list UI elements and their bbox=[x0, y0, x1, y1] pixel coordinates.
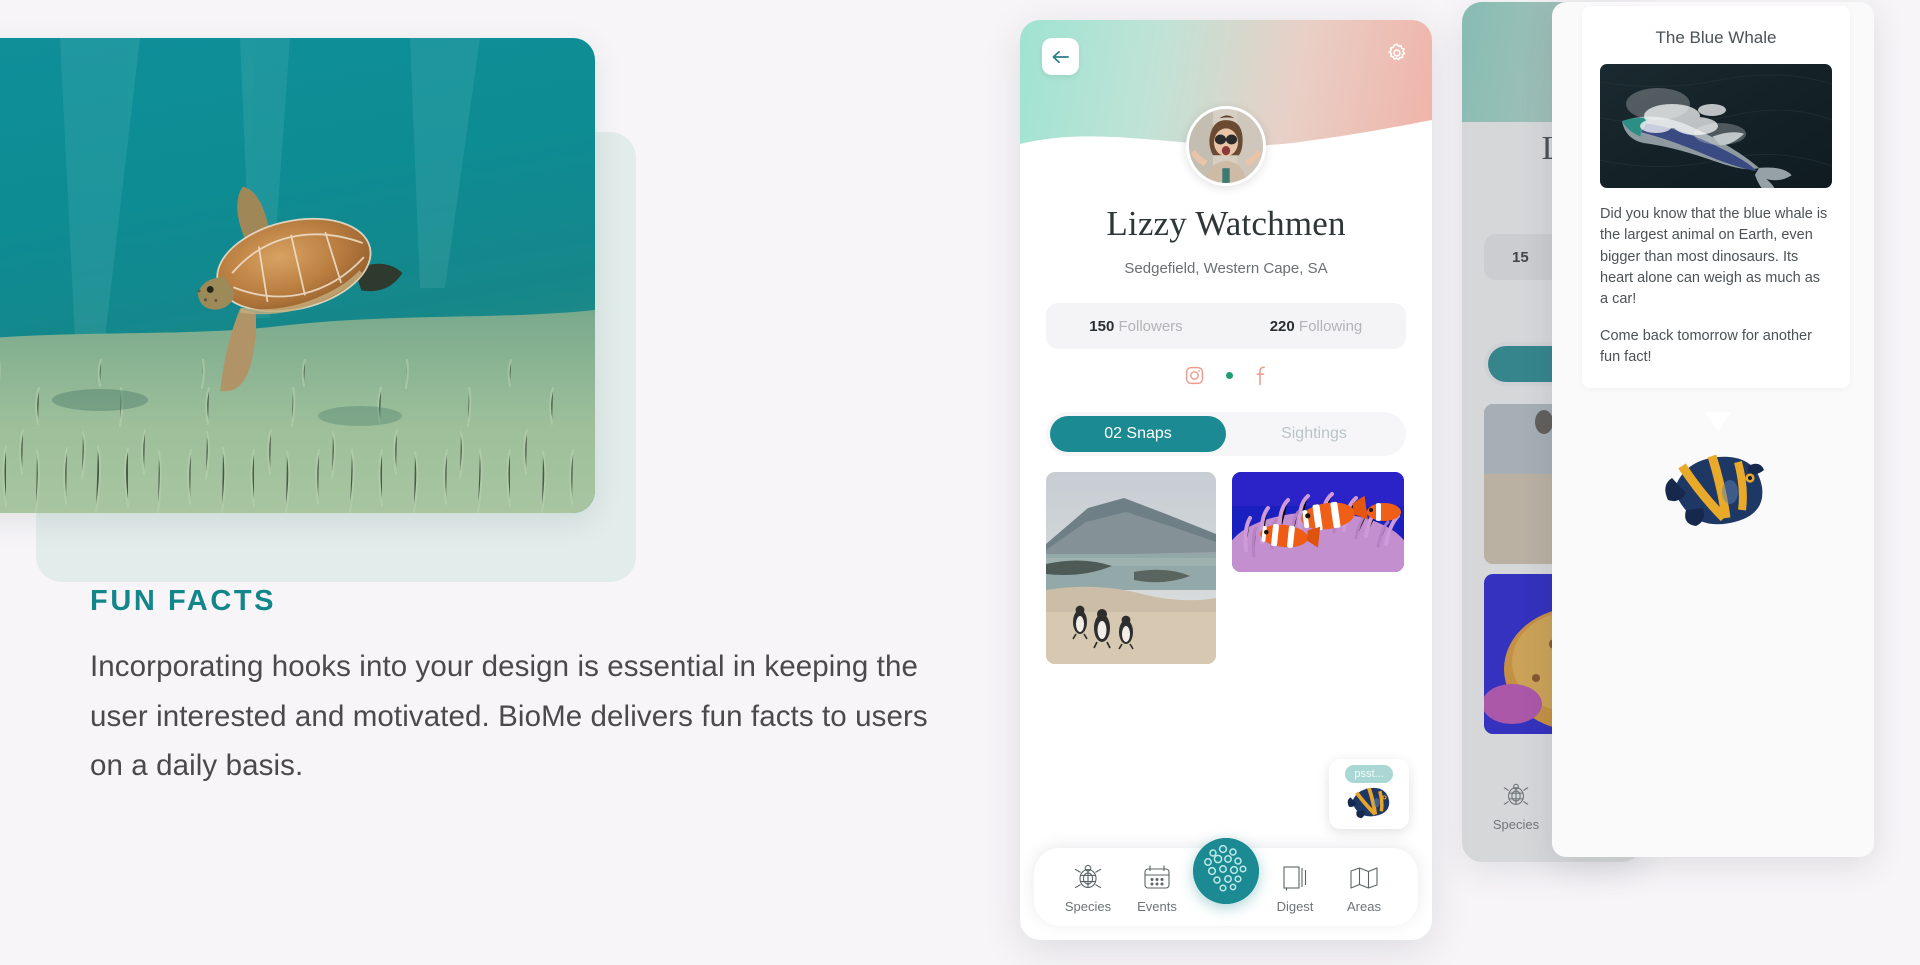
section-body: Incorporating hooks into your design is … bbox=[90, 650, 928, 783]
snaps-gallery bbox=[1046, 472, 1406, 672]
profile-stats-bar: 150 Followers 220 Following bbox=[1046, 303, 1406, 349]
profile-tabs: 02 Snaps Sightings bbox=[1046, 412, 1406, 456]
profile-phone-screen: Lizzy Watchmen Sedgefield, Western Cape,… bbox=[1020, 20, 1432, 940]
hero-illustration bbox=[0, 38, 700, 582]
fun-fact-bubble: The Blue Whale Did you know that the blu… bbox=[1582, 6, 1850, 389]
fun-fact-overlay-card: The Blue Whale Did you know that the blu… bbox=[1552, 2, 1874, 857]
profile-avatar[interactable] bbox=[1186, 106, 1266, 186]
turtle-icon bbox=[1072, 861, 1104, 895]
social-links-row bbox=[1020, 365, 1432, 386]
followers-label: Followers bbox=[1118, 317, 1183, 335]
nav-label-digest: Digest bbox=[1276, 899, 1314, 914]
map-icon bbox=[1349, 861, 1379, 895]
dots-pattern-icon bbox=[1193, 838, 1259, 904]
screenshot-root: FUN FACTS Incorporating hooks into your … bbox=[0, 0, 1920, 965]
instagram-icon[interactable] bbox=[1184, 365, 1205, 386]
fun-fact-title: The Blue Whale bbox=[1655, 28, 1777, 47]
book-icon bbox=[1281, 861, 1309, 895]
settings-button[interactable] bbox=[1384, 40, 1410, 66]
gallery-photo-penguins[interactable] bbox=[1046, 472, 1216, 664]
section-kicker: FUN FACTS bbox=[90, 585, 277, 617]
nav-label-species: Species bbox=[1064, 899, 1112, 914]
gallery-photo-clownfish[interactable] bbox=[1232, 472, 1404, 572]
gear-icon bbox=[1388, 43, 1406, 61]
tab-snaps[interactable]: 02 Snaps bbox=[1050, 416, 1226, 452]
nav-item-events[interactable]: Events bbox=[1125, 861, 1189, 914]
facebook-icon[interactable] bbox=[1254, 365, 1269, 386]
nav-item-species[interactable]: Species bbox=[1056, 861, 1120, 914]
followers-count: 150 bbox=[1089, 317, 1115, 335]
bubble-tail-shape bbox=[1705, 412, 1731, 431]
profile-location: Sedgefield, Western Cape, SA bbox=[1124, 260, 1328, 277]
nav-label-areas: Areas bbox=[1347, 899, 1381, 914]
following-stat[interactable]: 220 Following bbox=[1226, 318, 1406, 335]
back-arrow-icon bbox=[1052, 50, 1069, 63]
nav-item-areas[interactable]: Areas bbox=[1332, 861, 1396, 914]
fun-fact-paragraph-2: Come back tomorrow for another fun fact! bbox=[1600, 327, 1812, 365]
tab-sightings[interactable]: Sightings bbox=[1226, 416, 1402, 452]
following-label: Following bbox=[1298, 317, 1363, 335]
nav-label-events: Events bbox=[1137, 899, 1177, 914]
profile-name: Lizzy Watchmen bbox=[1106, 204, 1346, 243]
fun-fact-text: Did you know that the blue whale is the … bbox=[1600, 204, 1832, 368]
blue-whale-photo bbox=[1600, 64, 1832, 188]
back-button[interactable] bbox=[1042, 38, 1079, 75]
fun-fact-paragraph-1: Did you know that the blue whale is the … bbox=[1600, 206, 1828, 308]
capture-fab-button[interactable] bbox=[1193, 838, 1259, 904]
followers-stat[interactable]: 150 Followers bbox=[1046, 318, 1226, 335]
separator-dot bbox=[1225, 372, 1233, 379]
nav-item-digest[interactable]: Digest bbox=[1263, 861, 1327, 914]
psst-tooltip-card[interactable]: psst... bbox=[1329, 759, 1409, 829]
following-count: 220 bbox=[1269, 317, 1295, 335]
sea-turtle-photo bbox=[0, 38, 595, 513]
calendar-icon bbox=[1142, 861, 1172, 895]
copy-block: FUN FACTS Incorporating hooks into your … bbox=[90, 585, 970, 791]
angelfish-icon bbox=[1345, 785, 1393, 819]
psst-bubble-label: psst... bbox=[1345, 765, 1393, 784]
angelfish-mascot-icon bbox=[1660, 450, 1768, 530]
